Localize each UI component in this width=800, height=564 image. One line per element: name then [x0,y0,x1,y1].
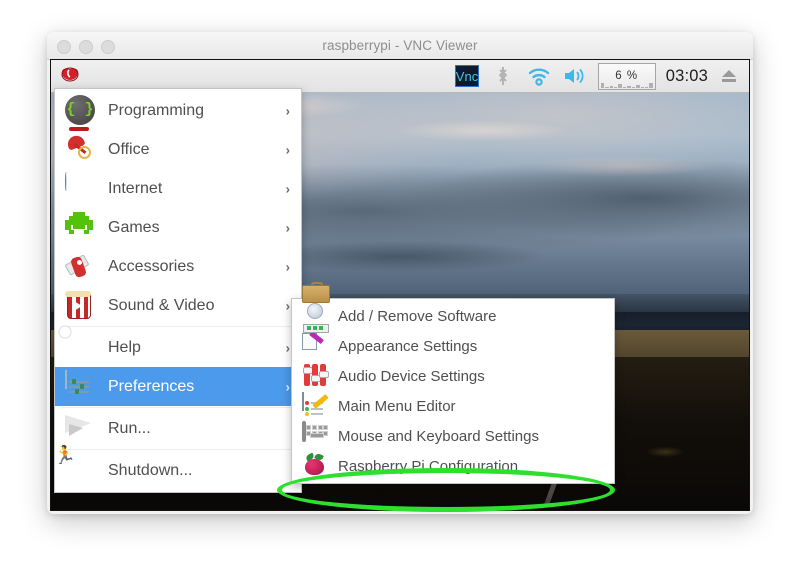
window-title: raspberrypi - VNC Viewer [322,38,478,53]
menu-item-label: Internet [108,179,163,197]
submenu-item-label: Raspberry Pi Configuration [338,457,519,475]
eject-icon[interactable] [718,65,740,87]
menu-item-label: Games [108,218,160,236]
chevron-right-icon: › [285,181,290,196]
menu-item-label: Accessories [108,257,195,275]
chevron-right-icon: › [285,259,290,274]
menu-item-label: Shutdown... [108,461,193,479]
menu-separator [61,407,295,408]
svg-text:Vnc: Vnc [456,69,479,84]
screenshot-root: raspberrypi - VNC Viewer Vnc 6 % 03:03 {… [0,0,800,564]
menu-item-label: Run... [108,419,151,437]
appearance-settings-icon [302,324,329,359]
programming-icon: { } [65,94,97,127]
taskbar-clock[interactable]: 03:03 [666,67,708,86]
submenu-item-label: Mouse and Keyboard Settings [338,427,539,445]
chevron-right-icon: › [285,220,290,235]
menu-item-internet[interactable]: Internet › [55,169,301,208]
remote-desktop[interactable]: Vnc 6 % 03:03 {} Programming › Office ›… [50,59,750,511]
submenu-item-label: Audio Device Settings [338,367,485,385]
volume-icon[interactable] [562,64,588,88]
vnc-icon[interactable]: Vnc [454,64,480,88]
menu-item-run[interactable]: Run... [55,409,301,448]
preferences-submenu[interactable]: Add / Remove Software Appearance Setting… [291,282,615,484]
sound-video-icon [65,290,97,322]
submenu-item-appearance-settings[interactable]: Appearance Settings [292,324,614,361]
raspberry-pi-logo-icon[interactable] [57,63,83,89]
shutdown-icon: 🏃 [53,444,77,465]
menu-item-games[interactable]: Games › [55,208,301,247]
chevron-right-icon: › [285,142,290,157]
menu-item-sound-video[interactable]: Sound & Video › [55,286,301,325]
mouse-keyboard-settings-icon [302,421,328,449]
submenu-item-label: Main Menu Editor [338,397,456,415]
run-icon [65,413,97,445]
taskbar-left [51,63,454,89]
menu-item-label: Programming [108,101,205,119]
submenu-item-label: Appearance Settings [338,337,478,355]
vnc-viewer-window: raspberrypi - VNC Viewer Vnc 6 % 03:03 {… [47,32,753,514]
submenu-item-add-remove-software[interactable]: Add / Remove Software [292,282,614,331]
menu-item-label: Office [108,140,150,158]
menu-item-preferences[interactable]: Preferences › [55,367,301,406]
cpu-usage-label: 6 % [615,70,639,82]
submenu-item-audio-device-settings[interactable]: Audio Device Settings [292,361,614,391]
main-application-menu[interactable]: { } Programming › Office › Internet › Ga… [54,88,302,493]
preferences-icon [65,369,97,403]
wifi-icon[interactable] [526,64,552,88]
audio-device-settings-icon [302,363,329,389]
games-icon [65,211,97,244]
menu-item-label: Preferences [108,377,195,395]
menu-item-label: Help [108,338,141,356]
cpu-usage-meter[interactable]: 6 % [597,62,656,90]
submenu-item-mouse-keyboard-settings[interactable]: Mouse and Keyboard Settings [292,421,614,451]
window-titlebar: raspberrypi - VNC Viewer [47,32,753,60]
main-menu-editor-icon [302,392,329,419]
menu-item-label: Sound & Video [108,296,215,314]
raspberry-pi-configuration-icon [302,452,328,479]
submenu-item-main-menu-editor[interactable]: Main Menu Editor [292,391,614,421]
internet-icon [65,171,97,205]
menu-separator [61,326,295,327]
chevron-right-icon: › [285,340,290,355]
chevron-right-icon: › [285,379,290,394]
chevron-right-icon: › [285,298,290,313]
taskbar-tray: Vnc 6 % 03:03 [454,62,749,90]
bluetooth-icon[interactable] [490,64,516,88]
menu-item-programming[interactable]: { } Programming › [55,91,301,130]
accessories-icon [64,251,97,283]
menu-item-office[interactable]: Office › [55,126,301,169]
menu-item-shutdown[interactable]: 🏃 Shutdown... [53,444,301,490]
menu-item-help[interactable]: Help › [55,328,301,367]
menu-item-accessories[interactable]: Accessories › [55,247,301,286]
submenu-item-label: Add / Remove Software [338,307,497,325]
submenu-item-raspberry-pi-configuration[interactable]: Raspberry Pi Configuration [292,451,614,481]
chevron-right-icon: › [285,103,290,118]
menu-separator [61,449,295,450]
office-icon [65,126,97,166]
help-icon [65,332,97,364]
